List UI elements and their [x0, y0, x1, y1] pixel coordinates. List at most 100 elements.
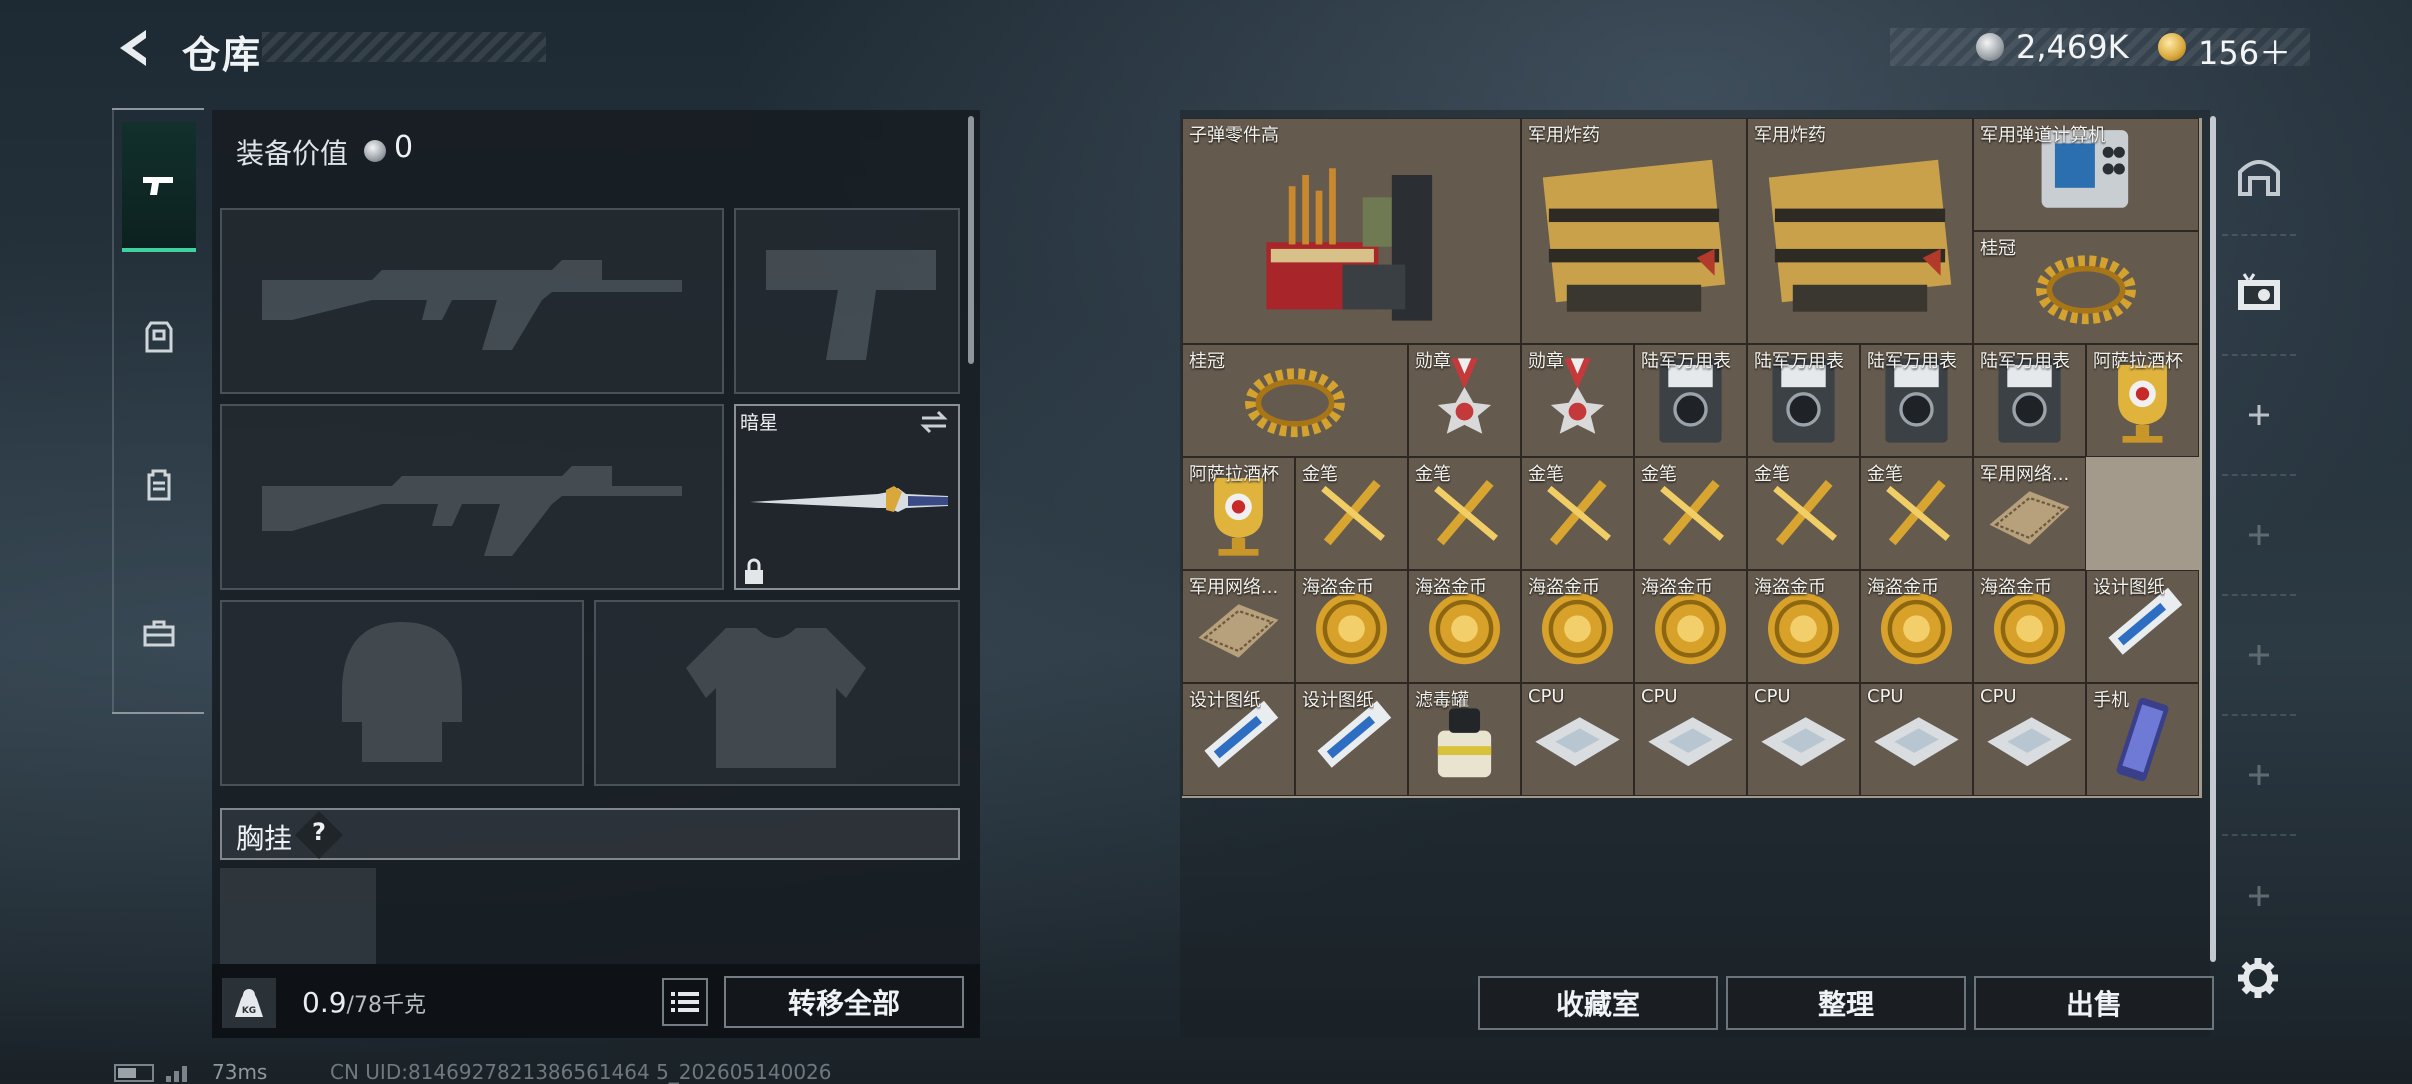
stash-item-gold-pen[interactable]: 金笔	[1860, 457, 1973, 570]
stash-item-label: 陆军万用表	[1867, 351, 1957, 372]
stash-item-laurel-wreath[interactable]: 桂冠	[1182, 344, 1408, 457]
stash-item-pirate-coin[interactable]: 海盗金币	[1295, 570, 1408, 683]
stash-item-label: 陆军万用表	[1754, 351, 1844, 372]
stash-item-cpu[interactable]: CPU	[1860, 683, 1973, 796]
weight-max: /78千克	[346, 993, 426, 1018]
list-view-button[interactable]	[662, 978, 708, 1026]
stash-item-blueprint[interactable]: 设计图纸	[1295, 683, 1408, 796]
loadout-scrollbar[interactable]	[968, 116, 974, 364]
stash-item-network-module[interactable]: 军用网络...	[1973, 457, 2086, 570]
stash-item-label: 海盗金币	[1302, 577, 1374, 598]
stash-item-phone[interactable]: 手机	[2086, 683, 2199, 796]
secondary-weapon-slot[interactable]	[220, 404, 724, 590]
melee-item-name: 暗星	[740, 412, 779, 434]
stash-item-label: 海盗金币	[1415, 577, 1487, 598]
pistol-slot[interactable]	[734, 208, 960, 394]
stash-item-label: 陆军万用表	[1641, 351, 1731, 372]
stash-item-label: 陆军万用表	[1980, 351, 2070, 372]
special-storage-icon	[2238, 273, 2280, 310]
stash-item-cpu[interactable]: CPU	[1521, 683, 1634, 796]
silver-currency-value: 2,469K	[2016, 28, 2129, 66]
plus-icon	[2249, 886, 2269, 906]
stash-item-label: CPU	[1980, 686, 2017, 707]
tab-weapons[interactable]	[122, 122, 196, 252]
user-uid: CN UID:8146927821386561464 5_20260514002…	[330, 1060, 832, 1084]
stash-item-medal[interactable]: 勋章	[1408, 344, 1521, 457]
stash-item-cpu[interactable]: CPU	[1747, 683, 1860, 796]
stash-item-label: 勋章	[1528, 351, 1564, 372]
stash-item-gold-pen[interactable]: 金笔	[1408, 457, 1521, 570]
back-arrow-icon[interactable]	[112, 26, 156, 70]
stash-item-label: 子弹零件高	[1189, 125, 1279, 146]
stash-item-gold-pen[interactable]: 金笔	[1747, 457, 1860, 570]
stash-item-explosive-case[interactable]: 军用炸药	[1521, 118, 1747, 344]
stash-item-label: 军用炸药	[1528, 125, 1600, 146]
collection-room-button[interactable]: 收藏室	[1478, 976, 1718, 1030]
settings-gear-icon[interactable]	[2236, 956, 2280, 1000]
stash-item-cpu[interactable]: CPU	[1634, 683, 1747, 796]
stash-item-multimeter[interactable]: 陆军万用表	[1747, 344, 1860, 457]
tab-toolbox[interactable]	[122, 568, 196, 698]
page-title: 仓库	[182, 33, 263, 77]
stash-item-pirate-coin[interactable]: 海盗金币	[1747, 570, 1860, 683]
tab-backpack[interactable]	[122, 420, 196, 550]
stash-item-medal[interactable]: 勋章	[1521, 344, 1634, 457]
stash-item-label: 海盗金币	[1980, 577, 2052, 598]
plus-icon	[2249, 525, 2269, 545]
stash-tab-add-2[interactable]	[2222, 476, 2296, 596]
help-icon[interactable]: ?	[312, 818, 326, 846]
silver-coin-icon	[1976, 33, 2004, 61]
pistol-icon	[143, 177, 173, 195]
stash-tab-add-3[interactable]	[2222, 596, 2296, 716]
sell-button[interactable]: 出售	[1974, 976, 2214, 1030]
swap-icon[interactable]	[918, 408, 950, 436]
stash-item-gold-pen[interactable]: 金笔	[1521, 457, 1634, 570]
ping-readout: 73ms	[212, 1060, 268, 1084]
stash-item-ammo-parts[interactable]: 子弹零件高	[1182, 118, 1521, 344]
primary-weapon-slot[interactable]	[220, 208, 724, 394]
stash-item-blueprint[interactable]: 设计图纸	[1182, 683, 1295, 796]
stash-item-multimeter[interactable]: 陆军万用表	[1860, 344, 1973, 457]
stash-scrollbar[interactable]	[2210, 116, 2216, 962]
stash-item-gold-pen[interactable]: 金笔	[1634, 457, 1747, 570]
stash-tab-add-4[interactable]	[2222, 716, 2296, 836]
armor-vest-icon	[145, 321, 173, 353]
stash-tab-special[interactable]	[2222, 236, 2296, 356]
stash-item-label: 设计图纸	[1189, 690, 1261, 711]
stash-item-explosive-case[interactable]: 军用炸药	[1747, 118, 1973, 344]
stash-item-network-module[interactable]: 军用网络...	[1182, 570, 1295, 683]
helmet-slot[interactable]	[220, 600, 584, 786]
body-armor-slot[interactable]	[594, 600, 960, 786]
stash-item-ballistic-computer[interactable]: 军用弹道计算机	[1973, 118, 2199, 231]
stash-item-goblet[interactable]: 阿萨拉酒杯	[1182, 457, 1295, 570]
stash-item-blueprint[interactable]: 设计图纸	[2086, 570, 2199, 683]
stash-item-multimeter[interactable]: 陆军万用表	[1634, 344, 1747, 457]
stash-item-multimeter[interactable]: 陆军万用表	[1973, 344, 2086, 457]
stash-item-label: 手机	[2093, 690, 2129, 711]
rifle-silhouette-icon	[262, 260, 682, 350]
stash-item-gold-pen[interactable]: 金笔	[1295, 457, 1408, 570]
stash-tab-add-1[interactable]	[2222, 356, 2296, 476]
stash-item-pirate-coin[interactable]: 海盗金币	[1521, 570, 1634, 683]
stash-item-laurel-wreath[interactable]: 桂冠	[1973, 231, 2199, 344]
stash-item-pirate-coin[interactable]: 海盗金币	[1634, 570, 1747, 683]
body-armor-silhouette-icon	[686, 628, 866, 768]
stash-item-pirate-coin[interactable]: 海盗金币	[1973, 570, 2086, 683]
stash-tab-add-5[interactable]	[2222, 836, 2296, 956]
stash-item-label: 军用弹道计算机	[1980, 125, 2106, 146]
sort-button[interactable]: 整理	[1726, 976, 1966, 1030]
stash-item-pirate-coin[interactable]: 海盗金币	[1408, 570, 1521, 683]
stash-item-pirate-coin[interactable]: 海盗金币	[1860, 570, 1973, 683]
stash-tab-vault[interactable]	[2222, 116, 2296, 236]
stash-item-label: 滤毒罐	[1415, 690, 1469, 711]
stash-item-filter-canister[interactable]: 滤毒罐	[1408, 683, 1521, 796]
transfer-all-button[interactable]: 转移全部	[724, 976, 964, 1028]
tab-armor[interactable]	[122, 272, 196, 402]
rifle-silhouette-icon	[262, 466, 682, 556]
chest-rig-slot[interactable]	[220, 868, 376, 964]
stash-item-goblet[interactable]: 阿萨拉酒杯	[2086, 344, 2199, 457]
helmet-silhouette-icon	[342, 622, 462, 762]
stash-item-cpu[interactable]: CPU	[1973, 683, 2086, 796]
gold-currency-value[interactable]: 156＋	[2198, 28, 2291, 74]
stash-item-label: 桂冠	[1189, 351, 1225, 372]
